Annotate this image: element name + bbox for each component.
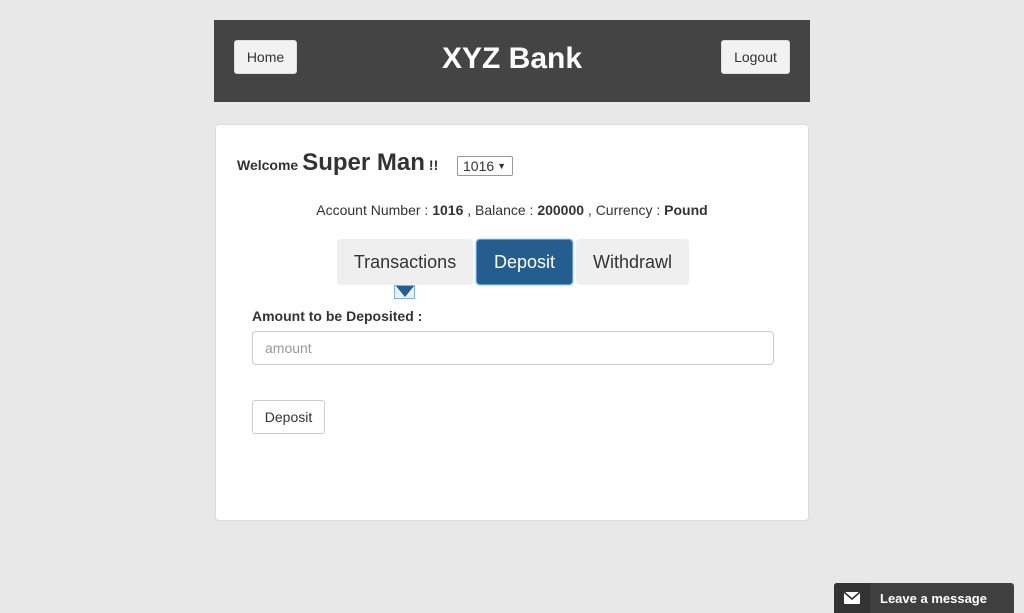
welcome-text: Welcome (237, 157, 299, 173)
leave-message-label: Leave a message (880, 591, 987, 606)
envelope-icon (834, 583, 870, 613)
balance-value: 200000 (537, 202, 585, 218)
tab-deposit[interactable]: Deposit (476, 239, 573, 285)
account-select[interactable]: 1016 ▼ (457, 156, 513, 176)
user-name: Super Man (302, 149, 425, 176)
tab-withdrawl[interactable]: Withdrawl (576, 239, 689, 285)
amount-label: Amount to be Deposited : (252, 308, 423, 324)
account-number: 1016 (432, 202, 464, 218)
app-header: Home XYZ Bank Logout (214, 20, 810, 102)
account-select-value: 1016 (463, 158, 495, 174)
currency-value: Pound (664, 202, 708, 218)
account-info: Account Number : 1016 , Balance : 200000… (216, 202, 808, 218)
account-panel: Welcome Super Man !! 1016 ▼ Account Numb… (215, 124, 809, 521)
account-number-label: Account Number : (316, 202, 429, 218)
welcome-suffix: !! (428, 157, 439, 173)
tab-transactions[interactable]: Transactions (337, 239, 473, 285)
amount-input[interactable] (252, 331, 774, 365)
welcome-row: Welcome Super Man !! (237, 149, 438, 179)
logout-button[interactable]: Logout (721, 40, 790, 74)
active-tab-indicator (394, 285, 415, 299)
balance-label: , Balance : (467, 202, 534, 218)
deposit-submit-button[interactable]: Deposit (252, 400, 325, 434)
chevron-down-icon: ▼ (497, 161, 506, 171)
currency-label: , Currency : (587, 202, 661, 218)
leave-message-widget[interactable]: Leave a message (834, 583, 1014, 613)
